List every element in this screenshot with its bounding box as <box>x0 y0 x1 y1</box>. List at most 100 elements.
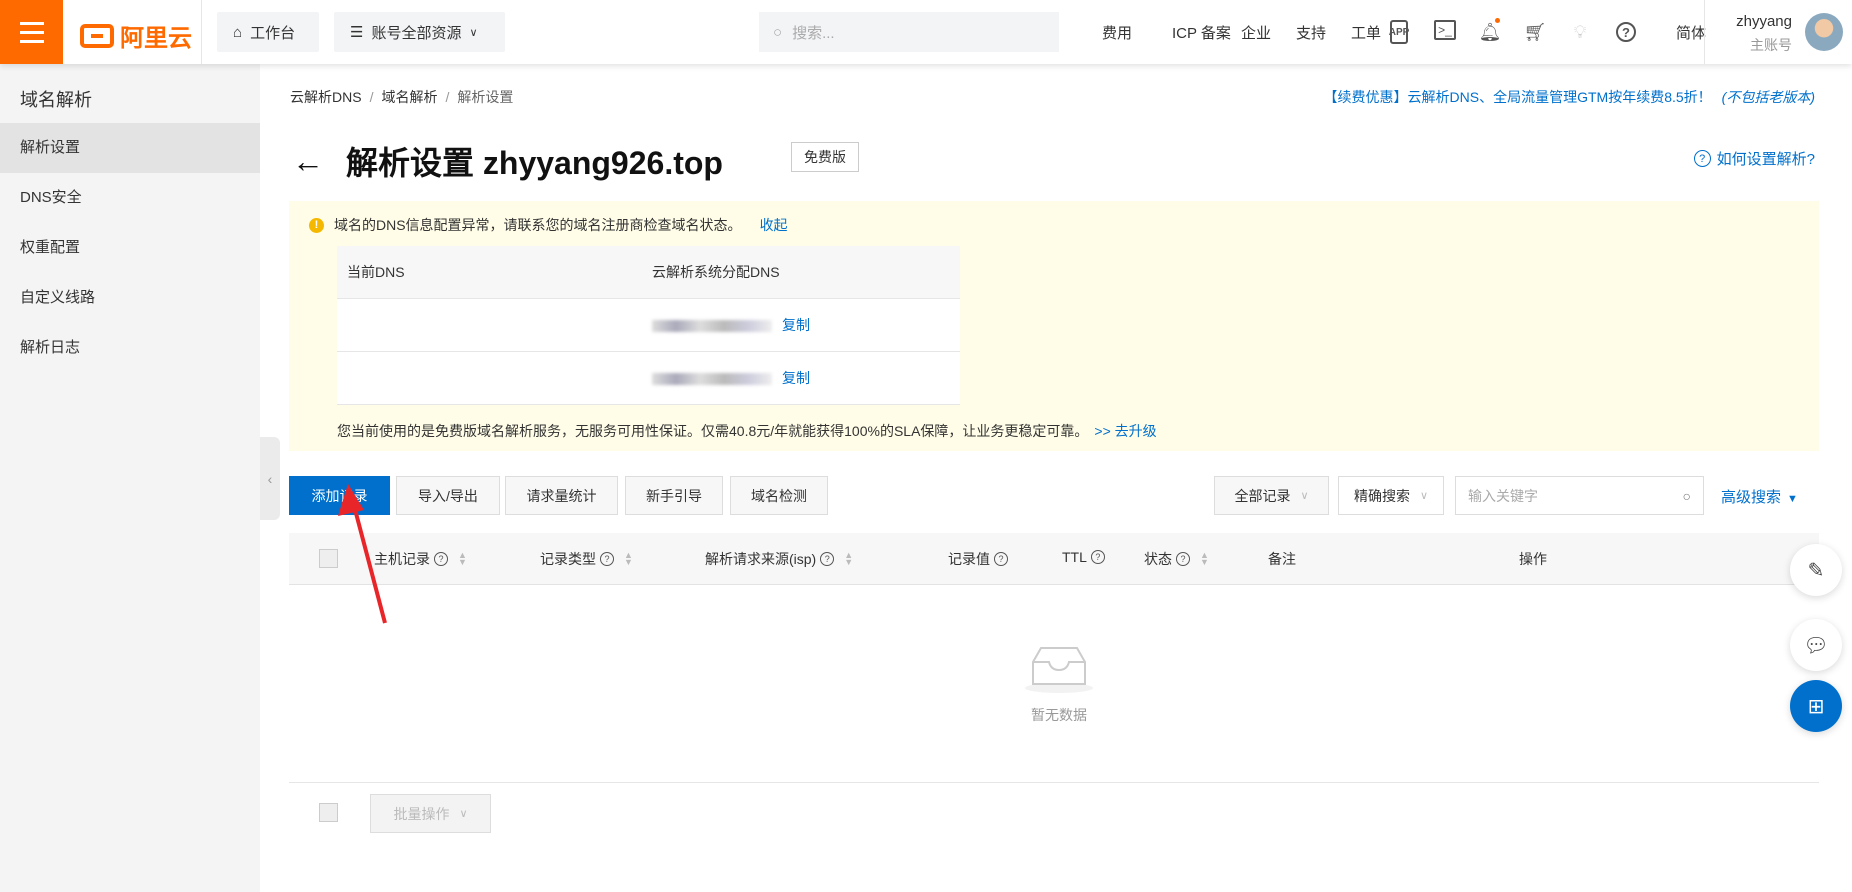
nav-support[interactable]: 支持 <box>1296 22 1326 43</box>
caret-down-icon: ▼ <box>1787 493 1798 505</box>
edit-fab[interactable]: ✎ <box>1790 544 1842 596</box>
question-icon[interactable]: ? <box>1176 552 1190 566</box>
nav-icp[interactable]: ICP 备案 <box>1172 22 1231 43</box>
batch-actions-button[interactable]: 批量操作 ∨ <box>370 794 491 833</box>
help-icon[interactable]: ? <box>1616 22 1636 42</box>
avatar[interactable] <box>1805 13 1843 51</box>
redacted-dns <box>652 373 772 386</box>
copy-button[interactable]: 复制 <box>782 317 810 333</box>
upgrade-link[interactable]: >> 去升级 <box>1094 423 1156 439</box>
search-placeholder: 搜索... <box>792 24 835 42</box>
warning-message: 域名的DNS信息配置异常，请联系您的域名注册商检查域名状态。 <box>334 217 742 233</box>
search-mode-value: 精确搜索 <box>1353 487 1410 504</box>
record-filter-select[interactable]: 全部记录 ∨ <box>1214 476 1329 515</box>
breadcrumb: 云解析DNS / 域名解析 / 解析设置 <box>290 89 514 105</box>
nav-fees[interactable]: 费用 <box>1102 22 1132 43</box>
menu-button[interactable] <box>0 0 63 64</box>
col-type: 记录类型 <box>540 551 596 567</box>
sort-icon[interactable]: ▲ ▼ <box>844 551 853 567</box>
col-status: 状态 <box>1144 551 1172 567</box>
record-filter-value: 全部记录 <box>1234 487 1291 504</box>
search-icon: ○ <box>773 23 783 41</box>
dns-row: 复制 <box>337 299 960 352</box>
red-annotation-arrow <box>338 484 387 624</box>
chat-icon: 💬︎ <box>1803 634 1829 657</box>
guide-button[interactable]: 新手引导 <box>625 476 723 515</box>
col-ttl: TTL <box>1062 549 1087 565</box>
search-input[interactable]: ○ 搜索... <box>759 12 1059 52</box>
account-type: 主账号 <box>1750 37 1792 53</box>
question-icon[interactable]: ? <box>820 552 835 566</box>
request-stats-button[interactable]: 请求量统计 <box>505 476 618 515</box>
divider <box>289 782 1819 783</box>
resources-dropdown[interactable]: ☰ 账号全部资源 ∨ <box>334 12 505 52</box>
copy-button[interactable]: 复制 <box>782 370 810 386</box>
question-icon[interactable]: ? <box>994 552 1008 566</box>
collapse-link[interactable]: 收起 <box>760 215 788 235</box>
warning-icon: ! <box>309 217 324 233</box>
help-text: 如何设置解析? <box>1716 151 1815 168</box>
question-icon: ? <box>1693 150 1711 167</box>
question-icon[interactable]: ? <box>434 552 448 566</box>
sort-icon[interactable]: ▲ ▼ <box>458 551 467 567</box>
breadcrumb-item[interactable]: 域名解析 <box>381 89 437 105</box>
advanced-search-link[interactable]: 高级搜索 ▼ <box>1721 486 1798 507</box>
breadcrumb-item[interactable]: 云解析DNS <box>290 89 362 105</box>
workbench-button[interactable]: ⌂ 工作台 <box>217 12 319 52</box>
terminal-icon[interactable]: >_ <box>1434 20 1456 40</box>
sort-icon[interactable]: ▲ ▼ <box>1200 551 1209 567</box>
search-icon[interactable]: ○ <box>1683 488 1691 504</box>
cart-icon[interactable]: 🛒︎ <box>1523 20 1547 44</box>
chevron-down-icon: ∨ <box>1419 490 1429 502</box>
dns-row: 复制 <box>337 352 960 405</box>
notification-dot <box>1495 18 1500 23</box>
page-title: ← 解析设置 zhyyang926.top <box>292 138 723 184</box>
col-isp: 解析请求来源(isp) <box>705 551 817 567</box>
bell-icon[interactable]: 🔔︎ <box>1478 18 1502 44</box>
back-arrow-icon[interactable]: ← <box>292 143 324 180</box>
keyword-placeholder: 输入关键字 <box>1468 487 1538 504</box>
dns-col-assigned: 云解析系统分配DNS <box>652 264 780 280</box>
chevron-down-icon: ∨ <box>469 26 478 39</box>
help-link[interactable]: ? 如何设置解析? <box>1693 148 1815 169</box>
nav-enterprise[interactable]: 企业 <box>1241 22 1271 43</box>
promo-link[interactable]: 【续费优惠】云解析DNS、全局流量管理GTM按年续费8.5折！ (不包括老版本) <box>1324 87 1815 107</box>
records-table-header: 主机记录? ▲ ▼ 记录类型? ▲ ▼ 解析请求来源(isp)? ▲ ▼ 记录值? TTL?… <box>289 533 1819 585</box>
sidebar-item-custom-line[interactable]: 自定义线路 <box>0 273 260 323</box>
workbench-label: 工作台 <box>250 24 296 42</box>
dns-col-current: 当前DNS <box>347 264 405 280</box>
empty-box-icon <box>1025 647 1093 693</box>
apps-fab[interactable]: ⊞ <box>1790 680 1842 732</box>
sidebar: 域名解析 解析设置 DNS安全 权重配置 自定义线路 解析日志 <box>0 64 260 892</box>
bulb-icon[interactable]: 💡︎ <box>1568 20 1592 44</box>
advanced-search-label: 高级搜索 <box>1721 489 1782 506</box>
question-icon[interactable]: ? <box>1090 550 1105 564</box>
sidebar-item-logs[interactable]: 解析日志 <box>0 323 260 373</box>
sidebar-item-dns-settings[interactable]: 解析设置 <box>0 123 260 173</box>
language-switch[interactable]: 简体 <box>1676 22 1706 43</box>
feedback-fab[interactable]: 💬︎ <box>1790 619 1842 671</box>
logo-text: 阿里云 <box>120 25 192 52</box>
promo-text: 【续费优惠】云解析DNS、全局流量管理GTM按年续费8.5折！ <box>1323 89 1712 105</box>
search-mode-select[interactable]: 精确搜索 ∨ <box>1338 476 1444 515</box>
nav-ticket[interactable]: 工单 <box>1351 22 1381 43</box>
import-export-button[interactable]: 导入/导出 <box>396 476 500 515</box>
sidebar-title: 域名解析 <box>20 90 92 110</box>
sidebar-collapse-handle[interactable]: ‹ <box>260 437 280 520</box>
aliyun-logo[interactable]: 阿里云 <box>80 18 192 53</box>
pen-icon: ✎ <box>1807 559 1825 582</box>
sidebar-item-dns-security[interactable]: DNS安全 <box>0 173 260 223</box>
divider <box>201 0 202 64</box>
sort-icon[interactable]: ▲ ▼ <box>624 551 633 567</box>
batch-label: 批量操作 <box>393 805 450 822</box>
redacted-dns <box>652 320 772 333</box>
keyword-input[interactable]: 输入关键字 ○ <box>1455 476 1704 515</box>
stack-icon: ☰ <box>350 24 364 41</box>
footer-select-all-checkbox[interactable] <box>319 803 338 822</box>
username[interactable]: zhyyang <box>1736 13 1792 30</box>
home-icon: ⌂ <box>233 23 243 41</box>
sidebar-item-weight[interactable]: 权重配置 <box>0 223 260 273</box>
domain-check-button[interactable]: 域名检测 <box>730 476 828 515</box>
app-icon[interactable]: APP <box>1389 20 1409 44</box>
question-icon[interactable]: ? <box>600 552 614 566</box>
